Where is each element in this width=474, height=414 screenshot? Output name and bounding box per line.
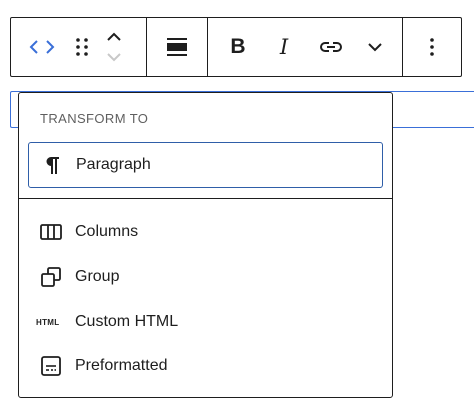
menu-item-label: Custom HTML	[75, 313, 179, 330]
drag-handle-icon	[76, 38, 88, 56]
transform-popover: TRANSFORM TO Paragraph Columns Group HTM…	[18, 92, 393, 398]
block-toolbar: B I	[10, 17, 462, 77]
transform-item-columns[interactable]: Columns	[28, 209, 383, 255]
code-brackets-icon	[29, 40, 55, 54]
popover-divider	[19, 198, 392, 199]
more-vertical-icon	[430, 38, 434, 56]
toolbar-group-align	[147, 18, 207, 76]
more-rich-text-button[interactable]	[360, 29, 390, 65]
italic-button[interactable]: I	[272, 29, 296, 65]
bold-label: B	[230, 35, 246, 58]
toolbar-group-format: B I	[208, 18, 402, 76]
toolbar-group-options	[403, 18, 461, 76]
align-icon	[167, 38, 187, 56]
menu-item-label: Columns	[75, 223, 139, 240]
toolbar-group-block	[11, 18, 146, 76]
italic-label: I	[279, 35, 289, 59]
paragraph-icon	[40, 153, 64, 177]
link-button[interactable]	[316, 29, 346, 65]
link-icon	[320, 42, 342, 52]
transform-item-group[interactable]: Group	[28, 254, 383, 300]
menu-item-label: Preformatted	[75, 357, 168, 374]
transform-item-paragraph[interactable]: Paragraph	[28, 142, 383, 188]
chevron-down-icon	[368, 43, 382, 52]
options-button[interactable]	[417, 29, 447, 65]
drag-handle-button[interactable]	[65, 29, 99, 65]
html-icon: HTML	[36, 317, 60, 327]
menu-item-label: Group	[75, 268, 120, 285]
preformatted-icon	[39, 354, 63, 378]
editor-stage: B I TRANSFORM TO Paragraph Columns Group…	[0, 0, 474, 414]
group-icon	[39, 265, 63, 289]
move-up-down-buttons[interactable]	[99, 23, 129, 71]
bold-button[interactable]: B	[226, 29, 250, 65]
align-button[interactable]	[159, 29, 195, 65]
transform-button[interactable]	[27, 29, 57, 65]
transform-item-custom-html[interactable]: HTML Custom HTML	[28, 299, 383, 345]
popover-heading: TRANSFORM TO	[40, 111, 149, 126]
columns-icon	[39, 220, 63, 244]
transform-item-preformatted[interactable]: Preformatted	[28, 343, 383, 389]
chevron-up-down-icon	[107, 32, 121, 62]
menu-item-label: Paragraph	[76, 156, 151, 173]
